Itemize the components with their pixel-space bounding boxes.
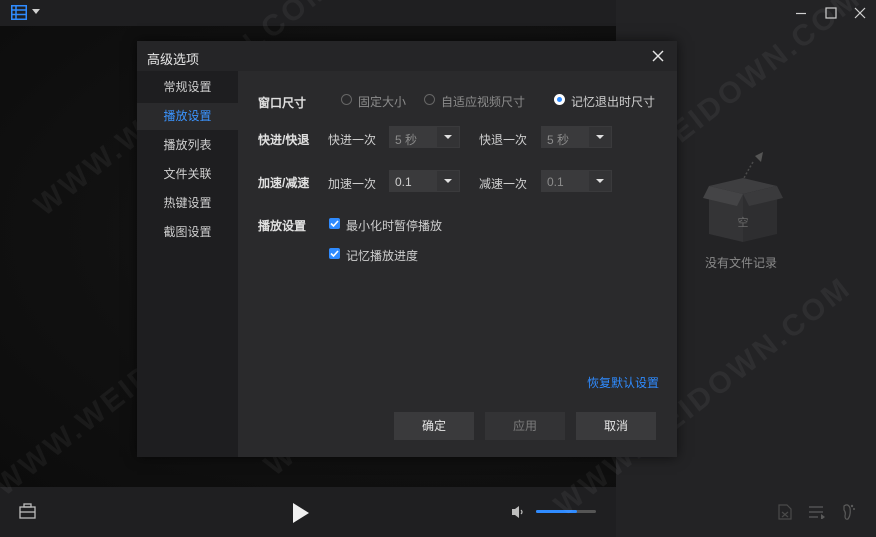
window-size-label: 窗口尺寸 [258, 96, 307, 110]
nav-item-file-association[interactable]: 文件关联 [137, 161, 238, 188]
backward-select-value: 5 秒 [547, 133, 570, 147]
speed-up-select-value: 0.1 [395, 175, 412, 189]
remember-progress-checkbox[interactable] [329, 248, 340, 259]
dialog-close-icon[interactable] [651, 49, 665, 63]
advanced-options-dialog: 高级选项 常规设置 播放设置 播放列表 文件关联 热键设置 截图设置 窗口尺寸 … [137, 41, 677, 457]
speed-up-label: 加速一次 [328, 177, 377, 191]
empty-box-label: 空 [738, 215, 749, 229]
radio-remember-size[interactable] [554, 94, 565, 105]
dialog-nav: 常规设置 播放设置 播放列表 文件关联 热键设置 截图设置 [137, 71, 238, 457]
radio-fixed-size-label[interactable]: 固定大小 [358, 93, 406, 110]
empty-box-icon: 空 [703, 152, 783, 242]
forward-label: 快进一次 [328, 133, 377, 147]
maximize-icon[interactable] [822, 4, 840, 22]
speed-up-select[interactable]: 0.1 [389, 170, 460, 192]
forward-select-value: 5 秒 [395, 133, 418, 147]
check-icon [330, 220, 339, 228]
ok-button[interactable]: 确定 [394, 412, 474, 440]
remember-progress-label[interactable]: 记忆播放进度 [346, 247, 418, 264]
nav-item-screenshot[interactable]: 截图设置 [137, 219, 238, 246]
menu-caret-icon[interactable] [32, 9, 40, 14]
check-icon [330, 250, 339, 258]
volume-icon[interactable] [510, 504, 526, 520]
playlist-mode-icon[interactable] [808, 505, 826, 519]
restore-default-link[interactable]: 恢复默认设置 [587, 374, 659, 391]
toolbox-icon[interactable] [19, 503, 36, 519]
forward-select[interactable]: 5 秒 [389, 126, 460, 148]
app-logo-icon[interactable] [11, 5, 27, 20]
apply-button[interactable]: 应用 [485, 412, 565, 440]
title-bar [0, 0, 616, 26]
nav-item-playback[interactable]: 播放设置 [137, 103, 238, 130]
nav-item-general[interactable]: 常规设置 [137, 74, 238, 101]
chevron-down-icon[interactable] [589, 127, 611, 147]
footprint-icon[interactable] [840, 503, 856, 521]
chevron-down-icon[interactable] [437, 171, 459, 191]
pause-on-minimize-checkbox[interactable] [329, 218, 340, 229]
speed-down-select-value: 0.1 [547, 175, 564, 189]
backward-select[interactable]: 5 秒 [541, 126, 612, 148]
speed-down-select[interactable]: 0.1 [541, 170, 612, 192]
backward-label: 快退一次 [479, 133, 528, 147]
radio-adaptive-size-label[interactable]: 自适应视频尺寸 [441, 93, 525, 110]
volume-slider-fill [536, 510, 577, 513]
nav-item-hotkeys[interactable]: 热键设置 [137, 190, 238, 217]
radio-remember-size-label[interactable]: 记忆退出时尺寸 [571, 93, 655, 110]
dialog-title: 高级选项 [147, 52, 200, 67]
file-delete-icon[interactable] [778, 504, 792, 520]
chevron-down-icon[interactable] [589, 171, 611, 191]
playback-settings-label: 播放设置 [258, 219, 307, 233]
radio-adaptive-size[interactable] [424, 94, 435, 105]
radio-fixed-size[interactable] [341, 94, 352, 105]
chevron-down-icon[interactable] [437, 127, 459, 147]
nav-item-playlist[interactable]: 播放列表 [137, 132, 238, 159]
speed-label: 加速/减速 [258, 176, 310, 190]
seek-label: 快进/快退 [258, 133, 310, 147]
speed-down-label: 减速一次 [479, 177, 528, 191]
minimize-icon[interactable] [792, 4, 810, 22]
dialog-body: 窗口尺寸 固定大小 自适应视频尺寸 记忆退出时尺寸 快进/快退 快进一次 5 秒… [238, 71, 677, 457]
pause-on-minimize-label[interactable]: 最小化时暂停播放 [346, 217, 442, 234]
cancel-button[interactable]: 取消 [576, 412, 656, 440]
play-icon[interactable] [292, 502, 310, 524]
close-window-icon[interactable] [851, 4, 869, 22]
